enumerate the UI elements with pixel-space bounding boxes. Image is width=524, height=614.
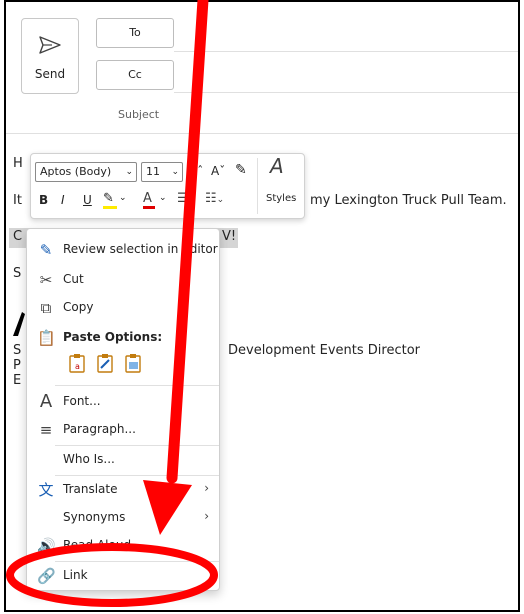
numbering-button[interactable]: ☷⌄ <box>205 191 224 208</box>
menu-label-review-editor: Review selection in Editor <box>63 242 218 256</box>
context-menu: ✎ Review selection in Editor ✂ Cut ⧉ Cop… <box>26 228 220 591</box>
selection-end: V! <box>222 229 237 244</box>
menu-item-who-is[interactable]: Who Is... <box>27 447 219 473</box>
speaker-icon: 🔊 <box>37 537 56 555</box>
shrink-font-button[interactable]: Aˇ <box>211 163 225 179</box>
paste-keep-formatting-icon[interactable]: a <box>67 353 87 373</box>
font-size-value: 11 <box>146 165 160 178</box>
menu-separator <box>55 445 219 446</box>
grow-font-button[interactable]: Aˆ <box>189 163 203 179</box>
to-button[interactable]: To <box>96 18 174 48</box>
toolbar-divider <box>257 158 258 214</box>
chevron-down-icon: ⌄ <box>125 167 133 177</box>
italic-button[interactable]: I <box>61 192 65 208</box>
menu-item-font[interactable]: A Font... <box>27 389 219 415</box>
font-color-swatch <box>143 206 155 209</box>
menu-separator <box>55 475 219 476</box>
subject-divider <box>6 133 518 134</box>
scissors-icon: ✂ <box>39 271 53 289</box>
chevron-right-icon: › <box>204 509 209 523</box>
menu-label-who-is: Who Is... <box>63 452 115 466</box>
send-button[interactable]: Send <box>21 18 79 94</box>
chevron-down-icon: ⌄ <box>171 167 179 177</box>
bullets-button[interactable]: ☰⌄ <box>177 191 196 208</box>
font-color-icon: A <box>143 191 152 206</box>
menu-item-synonyms[interactable]: Synonyms › <box>27 505 219 531</box>
paste-picture-icon[interactable] <box>123 353 143 373</box>
menu-label-paste-options: Paste Options: <box>63 330 163 344</box>
body-line-s2: S <box>13 343 22 358</box>
styles-icon: A <box>270 154 284 178</box>
menu-label-font: Font... <box>63 394 101 408</box>
paste-merge-formatting-icon[interactable] <box>95 353 115 373</box>
menu-label-translate: Translate <box>63 482 118 496</box>
cc-button[interactable]: Cc <box>96 60 174 90</box>
body-line-it-end: my Lexington Truck Pull Team. <box>310 193 507 208</box>
translate-icon: 文 <box>38 481 54 499</box>
send-icon <box>39 36 61 54</box>
menu-label-synonyms: Synonyms <box>63 510 126 524</box>
body-line-s: S <box>13 266 22 281</box>
font-size-dropdown[interactable]: 11 ⌄ <box>141 162 183 182</box>
chevron-right-icon: › <box>204 481 209 495</box>
chevron-down-icon: ⌄ <box>119 193 127 203</box>
font-icon: A <box>39 391 53 412</box>
paragraph-icon: ≡ <box>39 421 53 439</box>
menu-item-read-aloud[interactable]: 🔊 Read Aloud <box>27 533 219 559</box>
font-name-value: Aptos (Body) <box>40 165 112 178</box>
copy-icon: ⧉ <box>40 299 52 317</box>
menu-label-copy: Copy <box>63 300 94 314</box>
svg-text:a: a <box>75 362 80 371</box>
subject-field[interactable]: Subject <box>118 108 159 121</box>
highlight-swatch <box>103 206 117 209</box>
menu-separator <box>55 561 219 562</box>
styles-label: Styles <box>266 193 297 204</box>
to-field-line <box>174 51 518 52</box>
menu-item-translate[interactable]: 文 Translate › <box>27 477 219 503</box>
highlighter-icon: ✎ <box>103 191 114 206</box>
selection-start: C <box>13 229 23 244</box>
body-line-h: H <box>13 156 23 171</box>
menu-label-cut: Cut <box>63 272 84 286</box>
editor-pen-icon: ✎ <box>39 241 53 259</box>
menu-item-review-editor[interactable]: ✎ Review selection in Editor <box>27 237 219 263</box>
bold-button[interactable]: B <box>39 192 48 208</box>
menu-item-link[interactable]: 🔗 Link <box>27 563 219 589</box>
format-painter-icon[interactable]: ✎ <box>235 162 247 178</box>
body-line-p: P <box>13 358 21 373</box>
link-icon: 🔗 <box>37 567 56 585</box>
send-label: Send <box>34 67 66 81</box>
styles-button[interactable]: A Styles <box>264 154 302 217</box>
signature-title: Development Events Director <box>228 343 421 358</box>
highlight-color-button[interactable]: ✎ ⌄ <box>103 190 127 209</box>
menu-item-paragraph[interactable]: ≡ Paragraph... <box>27 417 219 443</box>
chevron-down-icon: ⌄ <box>159 193 167 203</box>
cc-field-line <box>174 92 518 93</box>
font-name-dropdown[interactable]: Aptos (Body) ⌄ <box>35 162 137 182</box>
menu-label-link: Link <box>63 568 88 582</box>
paste-options-header: 📋 Paste Options: <box>27 325 219 351</box>
body-line-it: It <box>13 193 22 208</box>
menu-label-read-aloud: Read Aloud <box>63 538 132 552</box>
clipboard-icon: 📋 <box>37 329 56 347</box>
font-color-button[interactable]: A ⌄ <box>143 190 167 209</box>
menu-separator <box>55 385 219 386</box>
body-line-e: E <box>13 373 22 388</box>
menu-item-copy[interactable]: ⧉ Copy <box>27 295 219 321</box>
underline-button[interactable]: U <box>83 192 92 208</box>
mini-format-toolbar: Aptos (Body) ⌄ 11 ⌄ Aˆ Aˇ ✎ A Styles B I… <box>30 153 305 219</box>
menu-label-paragraph: Paragraph... <box>63 422 136 436</box>
menu-item-cut[interactable]: ✂ Cut <box>27 267 219 293</box>
